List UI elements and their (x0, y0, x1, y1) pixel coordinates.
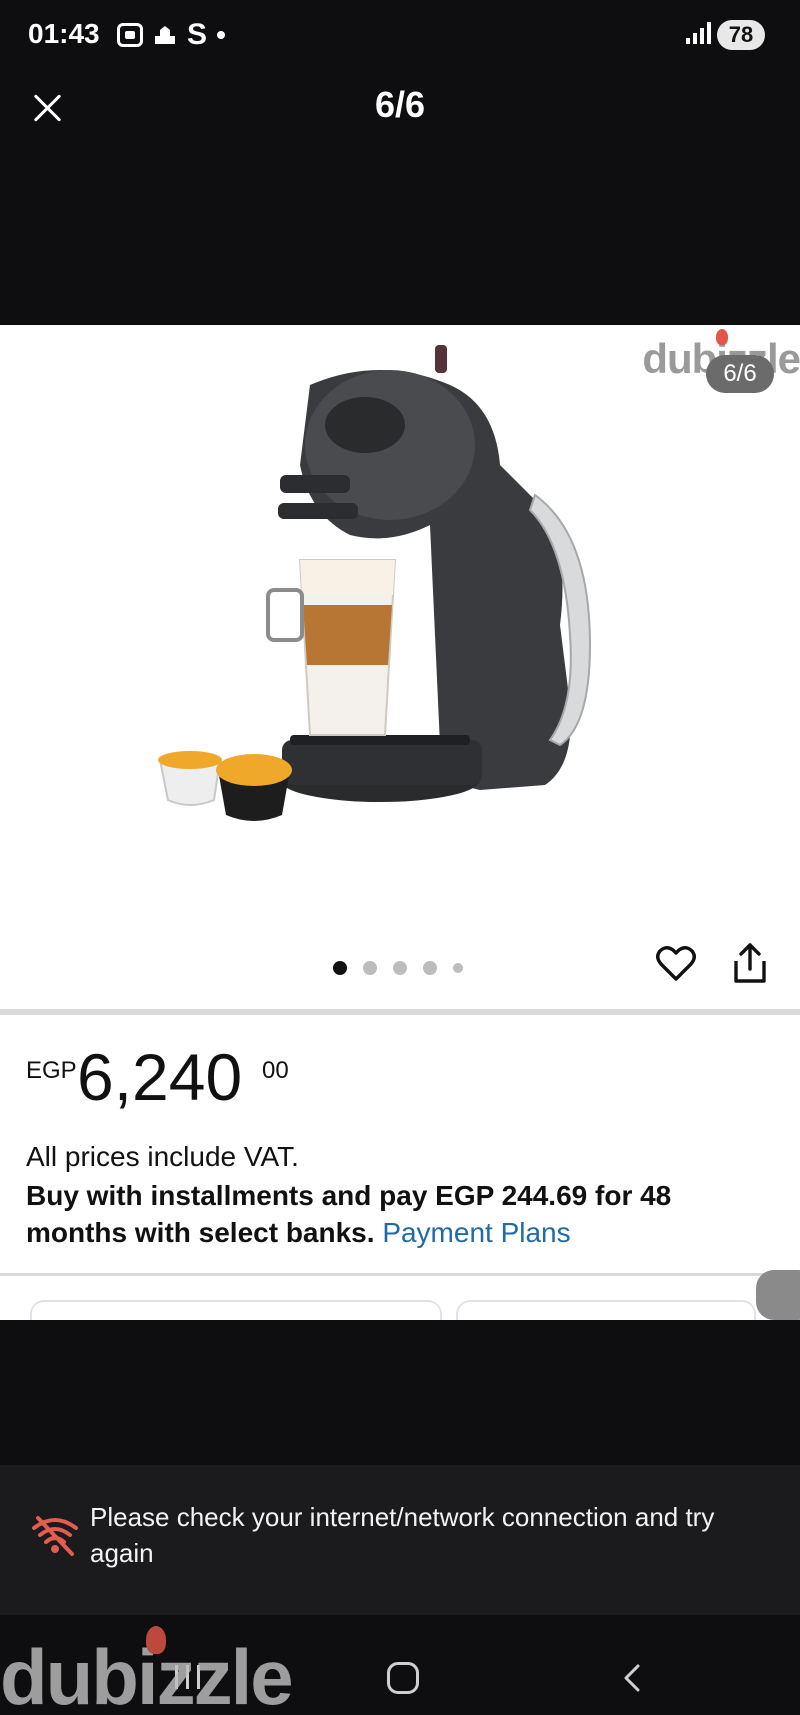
carousel-dot-4[interactable] (423, 961, 437, 975)
back-icon[interactable] (618, 1663, 648, 1693)
installment-description: Buy with installments and pay EGP 244.69… (26, 1180, 672, 1248)
option-card-2[interactable] (456, 1300, 756, 1320)
carousel-dot-3[interactable] (393, 961, 407, 975)
carrier-letter: S (187, 18, 208, 51)
home-icon[interactable] (387, 1662, 419, 1694)
network-error-toast: Please check your internet/network conne… (0, 1465, 800, 1615)
heart-icon[interactable] (655, 942, 697, 984)
carousel-dot-1[interactable] (333, 961, 347, 975)
status-icons-left: S (117, 18, 226, 52)
price-amount: 6,240 (77, 1040, 243, 1114)
carousel-dot-5[interactable] (453, 963, 463, 973)
dubizzle-watermark-bottom: dubizzle (0, 1626, 294, 1715)
toast-message: Please check your internet/network conne… (90, 1502, 715, 1568)
option-card-1[interactable] (30, 1300, 442, 1320)
installment-text: Buy with installments and pay EGP 244.69… (26, 1177, 766, 1251)
more-notifications-dot (217, 31, 226, 39)
carousel-dot-2[interactable] (363, 961, 377, 975)
payment-plans-link[interactable]: Payment Plans (382, 1217, 570, 1248)
price-currency: EGP (26, 1057, 77, 1084)
status-time: 01:43 (28, 18, 100, 49)
share-icon[interactable] (730, 941, 770, 985)
price-cents: 00 (262, 1057, 289, 1084)
battery-badge: 78 (717, 20, 765, 50)
screenshot-icon (117, 23, 143, 47)
side-tab[interactable] (756, 1270, 800, 1320)
notification-icon (155, 26, 175, 44)
signal-icon (686, 22, 711, 44)
flame-icon (146, 1626, 166, 1654)
wifi-off-icon (32, 1516, 78, 1556)
carousel-dots[interactable] (333, 961, 463, 975)
image-counter-badge: 6/6 (706, 355, 774, 393)
vat-note: All prices include VAT. (26, 1141, 299, 1172)
page-title: 6/6 (374, 84, 426, 125)
price-block: EGP 6,240 00 All prices include VAT. Buy… (0, 1015, 800, 1320)
price-divider (0, 1273, 800, 1276)
status-bar: 01:43 S 78 (0, 0, 800, 70)
coffee-machine-image (158, 345, 592, 821)
flame-icon (716, 329, 729, 345)
